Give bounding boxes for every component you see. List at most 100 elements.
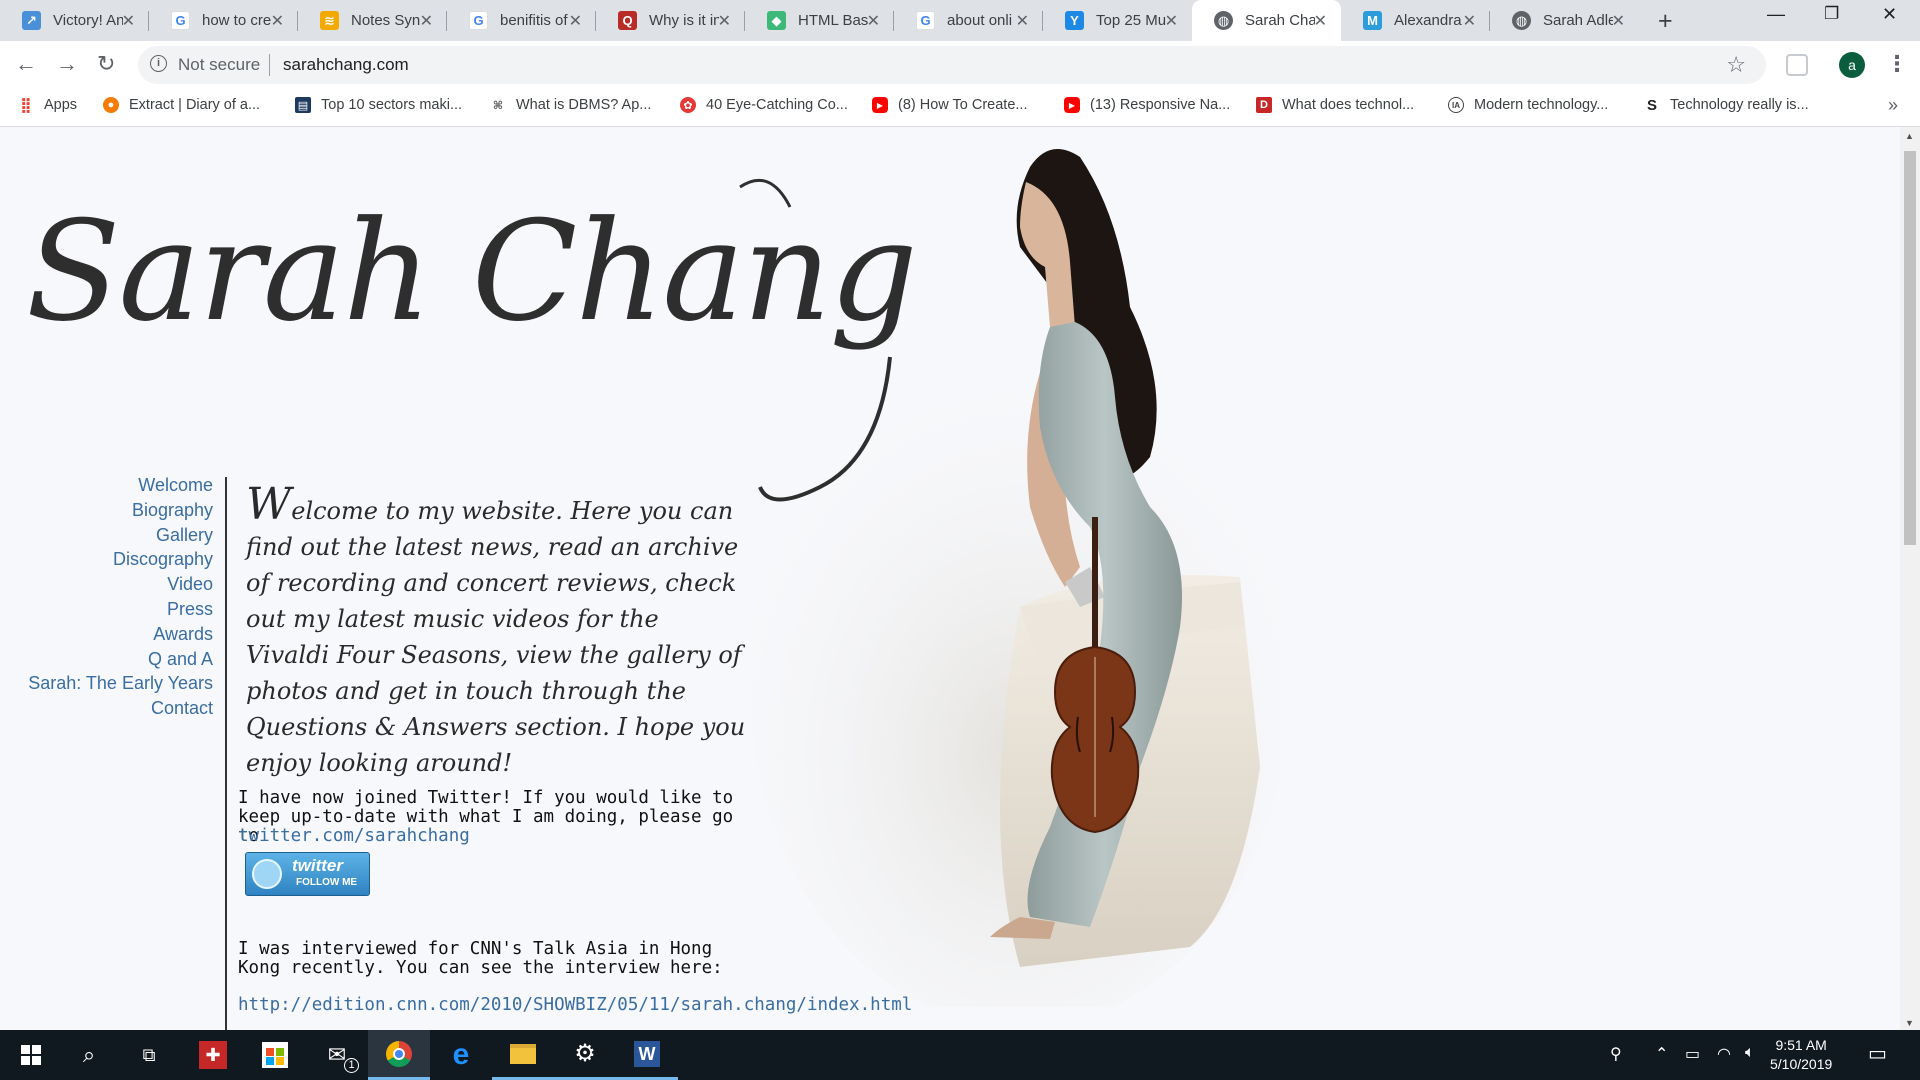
web-page: Sarah Chang Welcome Biography Gallery Di… — [0, 127, 1900, 1030]
bookmark-star-icon[interactable]: ☆ — [1726, 52, 1746, 78]
close-icon[interactable]: ✕ — [1016, 11, 1029, 31]
close-icon[interactable]: ✕ — [1314, 11, 1327, 31]
bookmark-item[interactable]: ✿ 40 Eye-Catching Co... — [680, 97, 848, 113]
nav-discography[interactable]: Discography — [20, 547, 213, 572]
tab[interactable]: G benifitis of ✕ — [447, 0, 596, 41]
chrome-icon[interactable] — [368, 1030, 430, 1080]
scroll-down-icon[interactable]: ▼ — [1905, 1018, 1914, 1028]
bookmarks-bar: ⣿ Apps ● Extract | Diary of a... ▤ Top 1… — [0, 89, 1920, 127]
tab-label: benifitis of — [500, 12, 568, 29]
bookmark-item[interactable]: ⌘ What is DBMS? Ap... — [490, 97, 652, 113]
word-icon[interactable]: W — [616, 1030, 678, 1080]
notifications-icon[interactable]: ▭ — [1868, 1041, 1887, 1066]
nav-early-years[interactable]: Sarah: The Early Years — [20, 671, 213, 696]
close-icon[interactable]: ✕ — [1165, 11, 1178, 31]
tab[interactable]: Y Top 25 Mu ✕ — [1043, 0, 1192, 41]
quora-favicon-icon: Q — [618, 11, 637, 30]
windows-start-icon[interactable] — [0, 1030, 62, 1080]
new-tab-plus-icon[interactable]: + — [1658, 7, 1673, 36]
google-favicon-icon: G — [171, 11, 190, 30]
close-icon[interactable]: ✕ — [1612, 11, 1625, 31]
tab[interactable]: ↗ Victory! An ✕ — [0, 0, 149, 41]
nav-q-and-a[interactable]: Q and A — [20, 647, 213, 672]
wifi-icon[interactable]: ◠ — [1717, 1044, 1731, 1064]
store-icon[interactable] — [244, 1030, 306, 1080]
system-clock[interactable]: 9:51 AM 5/10/2019 — [1770, 1036, 1832, 1074]
task-view-icon[interactable]: ⧉ — [118, 1030, 180, 1080]
scroll-up-icon[interactable]: ▲ — [1905, 131, 1914, 141]
close-icon[interactable]: ✕ — [271, 11, 284, 31]
nav-awards[interactable]: Awards — [20, 622, 213, 647]
extension-icon[interactable] — [1786, 54, 1808, 76]
close-icon[interactable]: ✕ — [420, 11, 433, 31]
restore-icon[interactable]: ❐ — [1824, 4, 1839, 24]
close-icon[interactable]: ✕ — [122, 11, 135, 31]
bookmark-item[interactable]: D What does technol... — [1256, 97, 1414, 113]
tab[interactable]: ≋ Notes Syn ✕ — [298, 0, 447, 41]
tab-active[interactable]: ◍ Sarah Cha ✕ — [1192, 0, 1341, 41]
tab[interactable]: G about onli ✕ — [894, 0, 1043, 41]
close-icon[interactable]: ✕ — [718, 11, 731, 31]
close-icon[interactable]: ✕ — [569, 11, 582, 31]
scrollbar-thumb[interactable] — [1904, 151, 1916, 545]
menu-dots-icon[interactable]: ⋮ — [1886, 51, 1908, 77]
shield-favicon-icon: ◆ — [767, 11, 786, 30]
nav-press[interactable]: Press — [20, 597, 213, 622]
bookmark-apps[interactable]: ⣿ Apps — [18, 97, 77, 114]
gift-app-icon[interactable]: ✚ — [182, 1030, 244, 1080]
tab[interactable]: ◍ Sarah Adle ✕ — [1490, 0, 1639, 41]
address-bar[interactable]: i Not secure sarahchang.com ☆ — [138, 46, 1766, 84]
twitter-link[interactable]: twitter.com/sarahchang — [238, 826, 470, 846]
profile-avatar[interactable]: a — [1839, 52, 1865, 78]
people-icon[interactable]: ⚲ — [1610, 1044, 1622, 1064]
close-icon[interactable]: ✕ — [867, 11, 880, 31]
settings-gear-icon[interactable]: ⚙ — [554, 1030, 616, 1080]
clock-time: 9:51 AM — [1775, 1037, 1827, 1053]
tab[interactable]: G how to cre ✕ — [149, 0, 298, 41]
circle-favicon-icon: ✿ — [680, 97, 696, 113]
nav-video[interactable]: Video — [20, 572, 213, 597]
google-favicon-icon: G — [916, 11, 935, 30]
minimize-icon[interactable]: — — [1767, 4, 1785, 25]
bookmark-item[interactable]: ● Extract | Diary of a... — [103, 97, 260, 113]
url-text[interactable]: sarahchang.com — [283, 55, 409, 75]
tab[interactable]: ◆ HTML Basi ✕ — [745, 0, 894, 41]
forward-arrow-icon[interactable]: → — [56, 51, 78, 77]
cnn-link[interactable]: http://edition.cnn.com/2010/SHOWBIZ/05/1… — [238, 995, 912, 1015]
battery-icon[interactable]: ▭ — [1685, 1044, 1700, 1064]
bookmark-item[interactable]: ▶ (8) How To Create... — [872, 97, 1027, 113]
welcome-drop-cap: W — [246, 479, 292, 530]
globe-favicon-icon: ◍ — [1512, 11, 1531, 30]
mail-icon[interactable]: ✉ 1 — [306, 1030, 368, 1080]
twitter-follow-button[interactable]: twitter FOLLOW ME — [245, 852, 370, 896]
tab[interactable]: M Alexandra ✕ — [1341, 0, 1490, 41]
tab[interactable]: Q Why is it in ✕ — [596, 0, 745, 41]
volume-icon[interactable]: 🔈︎ — [1745, 1044, 1755, 1062]
back-arrow-icon[interactable]: ← — [15, 51, 37, 77]
search-icon[interactable]: ⌕ — [58, 1030, 120, 1080]
bookmark-item[interactable]: ▤ Top 10 sectors maki... — [295, 97, 462, 113]
window-close-icon[interactable]: ✕ — [1882, 4, 1897, 25]
bookmark-item[interactable]: IA Modern technology... — [1448, 97, 1608, 113]
bookmark-label: Top 10 sectors maki... — [321, 97, 463, 113]
close-icon[interactable]: ✕ — [1463, 11, 1476, 31]
nav-gallery[interactable]: Gallery — [20, 523, 213, 548]
edge-icon[interactable]: e — [430, 1030, 492, 1080]
bookmark-label: What does technol... — [1282, 97, 1415, 113]
bookmark-item[interactable]: S Technology really is... — [1644, 96, 1809, 114]
s-favicon-icon: S — [1646, 96, 1657, 114]
bookmark-item[interactable]: ▶ (13) Responsive Na... — [1064, 97, 1230, 113]
youtube-favicon-icon: ▶ — [872, 97, 888, 113]
nav-contact[interactable]: Contact — [20, 696, 213, 721]
nav-biography[interactable]: Biography — [20, 498, 213, 523]
file-explorer-icon[interactable] — [492, 1030, 554, 1080]
info-icon[interactable]: i — [150, 55, 167, 72]
welcome-text: elcome to my website. Here you can find … — [246, 497, 746, 777]
bookmark-label: 40 Eye-Catching Co... — [706, 97, 848, 113]
chevron-more-icon[interactable]: » — [1888, 95, 1898, 116]
nav-welcome[interactable]: Welcome — [20, 473, 213, 498]
page-scrollbar[interactable]: ▲ ▼ — [1900, 127, 1920, 1030]
d-favicon-icon: D — [1256, 97, 1272, 113]
reload-icon[interactable]: ↻ — [97, 51, 115, 77]
show-hidden-icons-chevron-icon[interactable]: ⌃ — [1655, 1044, 1668, 1064]
